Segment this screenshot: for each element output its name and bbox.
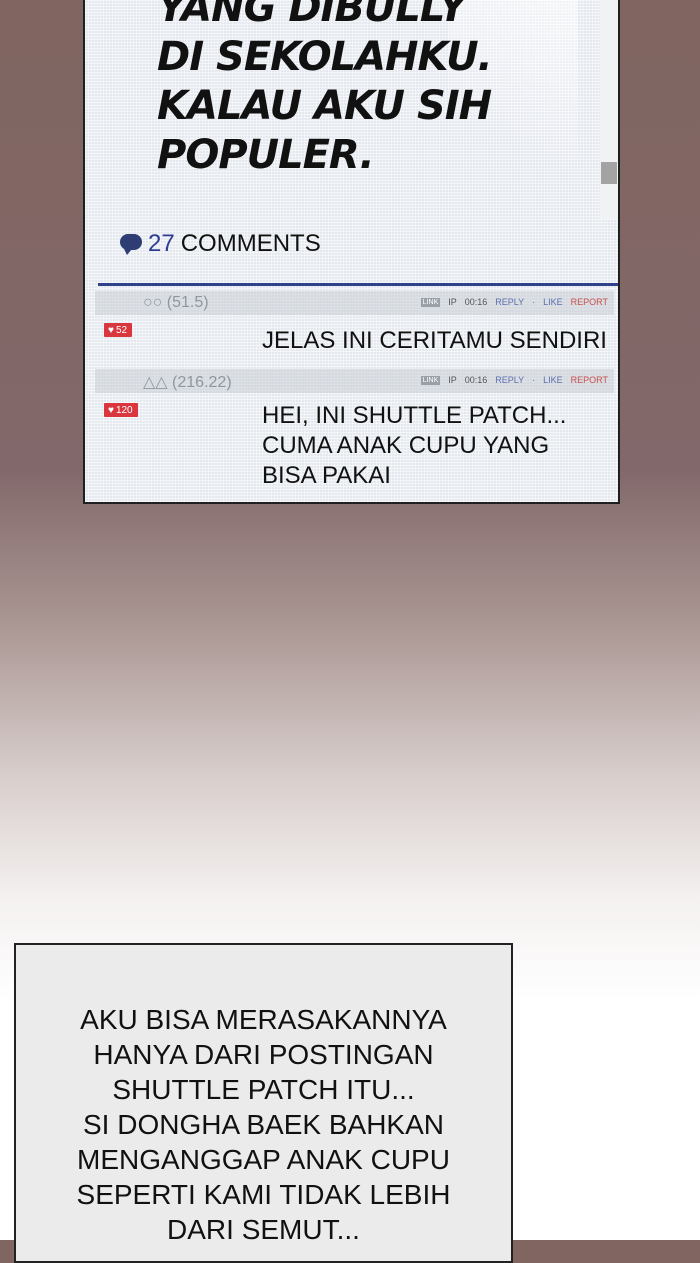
speech-bubble-icon xyxy=(120,234,142,255)
comment-author: ○○ (51.5) xyxy=(143,294,209,311)
separator-dot: · xyxy=(532,375,536,385)
post-line: KALAU AKU SIH xyxy=(157,83,492,129)
post-line: POPULER. xyxy=(157,132,375,178)
like-count: 120 xyxy=(115,404,133,416)
heart-icon: ♥ xyxy=(108,324,114,336)
post-line: YANG DIBULLY xyxy=(157,0,467,31)
comment-text: JELAS INI CERITAMU SENDIRI xyxy=(262,326,607,356)
comment-ip: IP xyxy=(448,297,457,307)
post-body: YANG DIBULLY DI SEKOLAHKU. KALAU AKU SIH… xyxy=(157,0,493,180)
narration-box: AKU BISA MERASAKANNYA HANYA DARI POSTING… xyxy=(14,943,513,1263)
comment-ip: IP xyxy=(448,375,457,385)
scrollbar[interactable] xyxy=(600,0,618,219)
comment-meta: LINK IP 00:16 REPLY · LIKE REPORT xyxy=(420,297,608,307)
comment-header-row: △△ (216.22) LINK IP 00:16 REPLY · LIKE R… xyxy=(95,369,614,393)
narration-line: SHUTTLE PATCH ITU... xyxy=(112,1074,415,1105)
comment-count: 27 xyxy=(148,230,175,257)
scrollbar-thumb[interactable] xyxy=(601,162,617,184)
like-link[interactable]: LIKE xyxy=(543,297,563,307)
comment-author: △△ (216.22) xyxy=(143,374,232,391)
like-count-badge[interactable]: ♥ 120 xyxy=(104,403,138,417)
separator-dot: · xyxy=(532,297,536,307)
comment-line: JELAS INI CERITAMU SENDIRI xyxy=(262,327,607,354)
comments-header: 27 COMMENTS xyxy=(120,230,321,258)
comment-time: 00:16 xyxy=(464,375,488,385)
reply-link[interactable]: REPLY xyxy=(495,297,524,307)
like-link[interactable]: LIKE xyxy=(543,375,563,385)
post-line: DI SEKOLAHKU. xyxy=(157,34,493,80)
heart-icon: ♥ xyxy=(108,404,114,416)
phone-screen-panel: YANG DIBULLY DI SEKOLAHKU. KALAU AKU SIH… xyxy=(83,0,620,504)
comments-label: COMMENTS xyxy=(180,230,321,257)
like-count: 52 xyxy=(115,324,128,336)
narration-line: AKU BISA MERASAKANNYA xyxy=(80,1004,447,1035)
narration-line: MENGANGGAP ANAK CUPU xyxy=(77,1144,450,1175)
comment-time: 00:16 xyxy=(464,297,488,307)
comment-text: HEI, INI SHUTTLE PATCH... CUMA ANAK CUPU… xyxy=(262,401,566,491)
narration-line: SEPERTI KAMI TIDAK LEBIH xyxy=(76,1179,451,1210)
comment-header-row: ○○ (51.5) LINK IP 00:16 REPLY · LIKE REP… xyxy=(95,291,614,315)
comment-line: BISA PAKAI xyxy=(262,462,391,489)
narration-line: DARI SEMUT... xyxy=(167,1214,360,1245)
comment-meta: LINK IP 00:16 REPLY · LIKE REPORT xyxy=(420,375,608,385)
like-count-badge[interactable]: ♥ 52 xyxy=(104,323,133,337)
narration-line: SI DONGHA BAEK BAHKAN xyxy=(83,1109,444,1140)
comment-line: CUMA ANAK CUPU YANG xyxy=(262,432,550,459)
narration-line: HANYA DARI POSTINGAN xyxy=(93,1039,434,1070)
comments-divider xyxy=(98,283,618,286)
narration-text: AKU BISA MERASAKANNYA HANYA DARI POSTING… xyxy=(16,1002,511,1247)
report-link[interactable]: REPORT xyxy=(571,375,608,385)
report-link[interactable]: REPORT xyxy=(571,297,608,307)
reply-link[interactable]: REPLY xyxy=(495,375,524,385)
comment-line: HEI, INI SHUTTLE PATCH... xyxy=(262,402,567,429)
link-badge[interactable]: LINK xyxy=(420,375,441,385)
link-badge[interactable]: LINK xyxy=(420,297,441,307)
